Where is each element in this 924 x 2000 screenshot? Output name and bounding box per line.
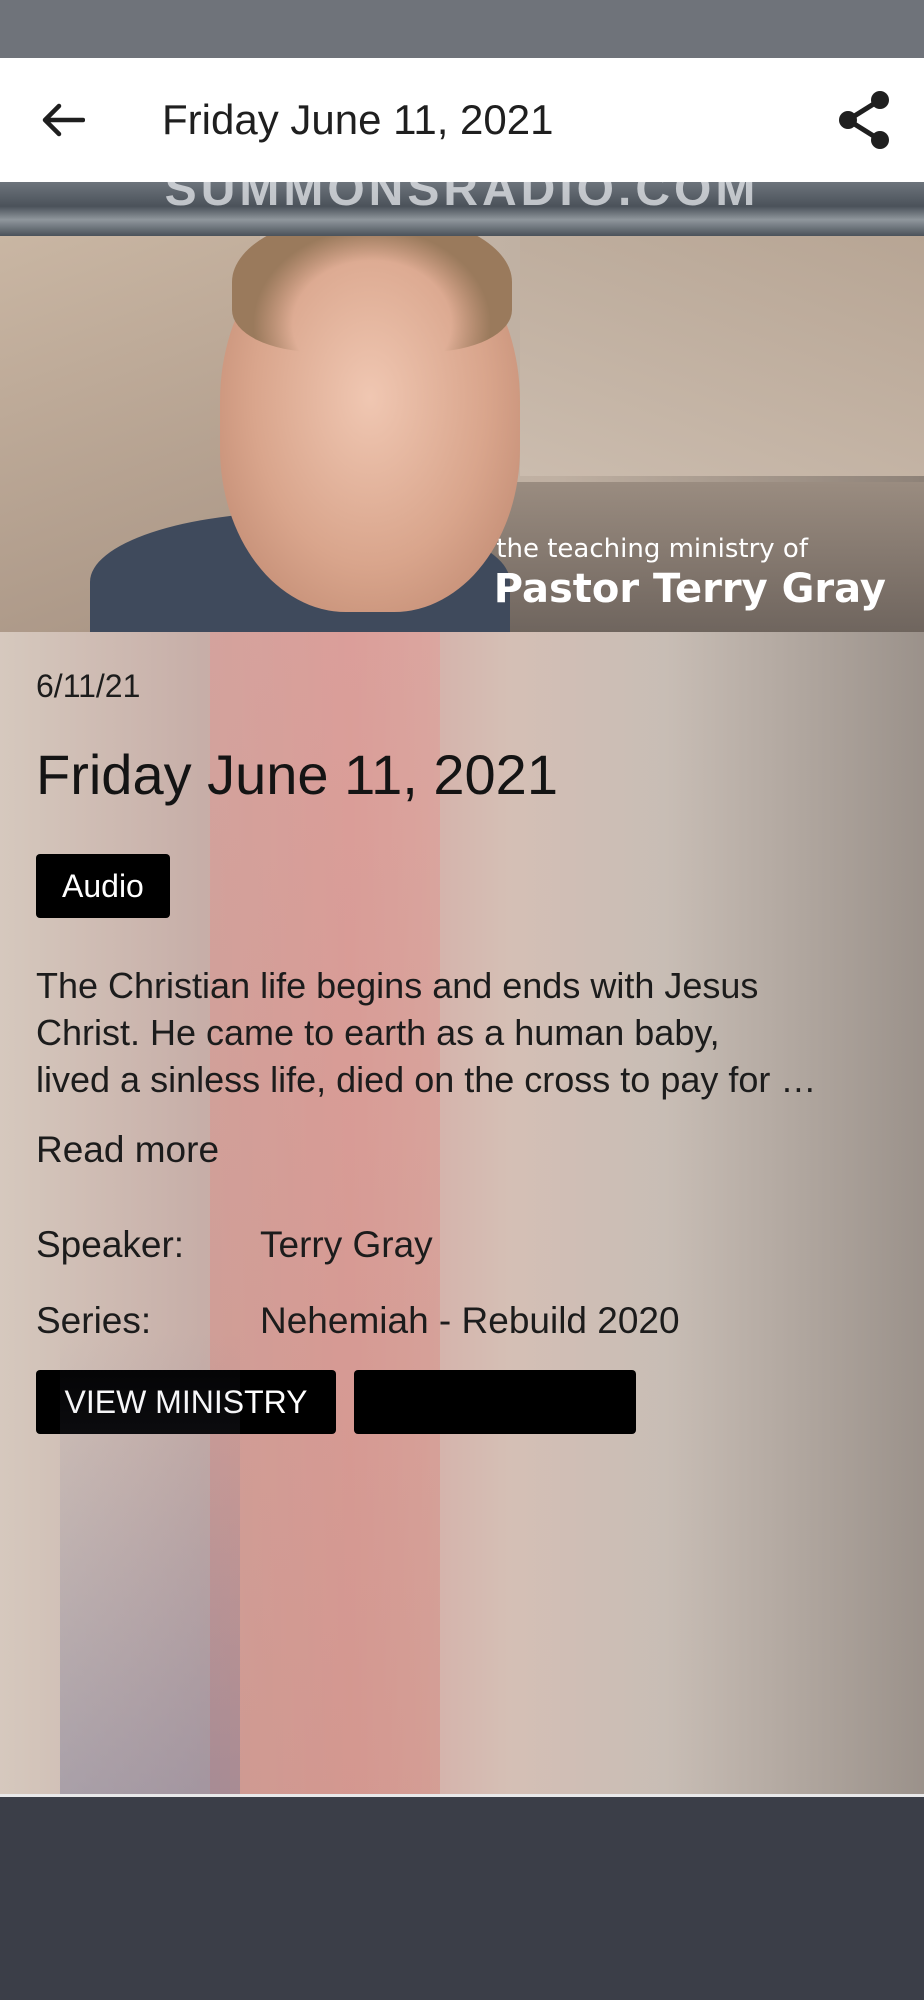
sermon-hero-image: SUMMONSRADIO.COM the teaching ministry o… xyxy=(0,182,924,632)
view-ministry-button[interactable]: VIEW MINISTRY xyxy=(36,1370,336,1434)
series-label: Series: xyxy=(36,1300,152,1341)
hero-caption-large: Pastor Terry Gray xyxy=(493,566,886,612)
hero-banner: SUMMONSRADIO.COM xyxy=(0,182,924,236)
read-more-link[interactable]: Read more xyxy=(36,1129,219,1171)
series-value: Nehemiah - Rebuild 2020 xyxy=(260,1300,680,1341)
share-button[interactable] xyxy=(828,86,900,154)
status-bar xyxy=(0,0,924,58)
speaker-value: Terry Gray xyxy=(260,1224,433,1265)
hero-caption-small: the teaching ministry of xyxy=(496,534,808,564)
back-button[interactable] xyxy=(28,88,98,152)
description-line: Christ. He came to earth as a human baby… xyxy=(36,1012,720,1053)
background-rock xyxy=(520,236,924,476)
bottom-area xyxy=(0,1797,924,2000)
sermon-details: 6/11/21 Friday June 11, 2021 Audio The C… xyxy=(0,632,924,1796)
hero-banner-text: SUMMONSRADIO.COM xyxy=(164,182,760,216)
share-icon xyxy=(839,91,889,149)
secondary-action-button[interactable] xyxy=(354,1370,636,1434)
description-line: The Christian life begins and ends with … xyxy=(36,965,759,1006)
sermon-title: Friday June 11, 2021 xyxy=(36,743,558,806)
app-bar-title: Friday June 11, 2021 xyxy=(162,96,554,143)
sermon-description: The Christian life begins and ends with … xyxy=(36,962,896,1103)
media-type-badge[interactable]: Audio xyxy=(36,854,170,918)
arrow-left-icon xyxy=(42,103,85,137)
speaker-label: Speaker: xyxy=(36,1224,185,1265)
description-line: lived a sinless life, died on the cross … xyxy=(36,1059,817,1100)
sermon-date: 6/11/21 xyxy=(36,668,141,704)
app-bar: Friday June 11, 2021 xyxy=(0,58,924,182)
